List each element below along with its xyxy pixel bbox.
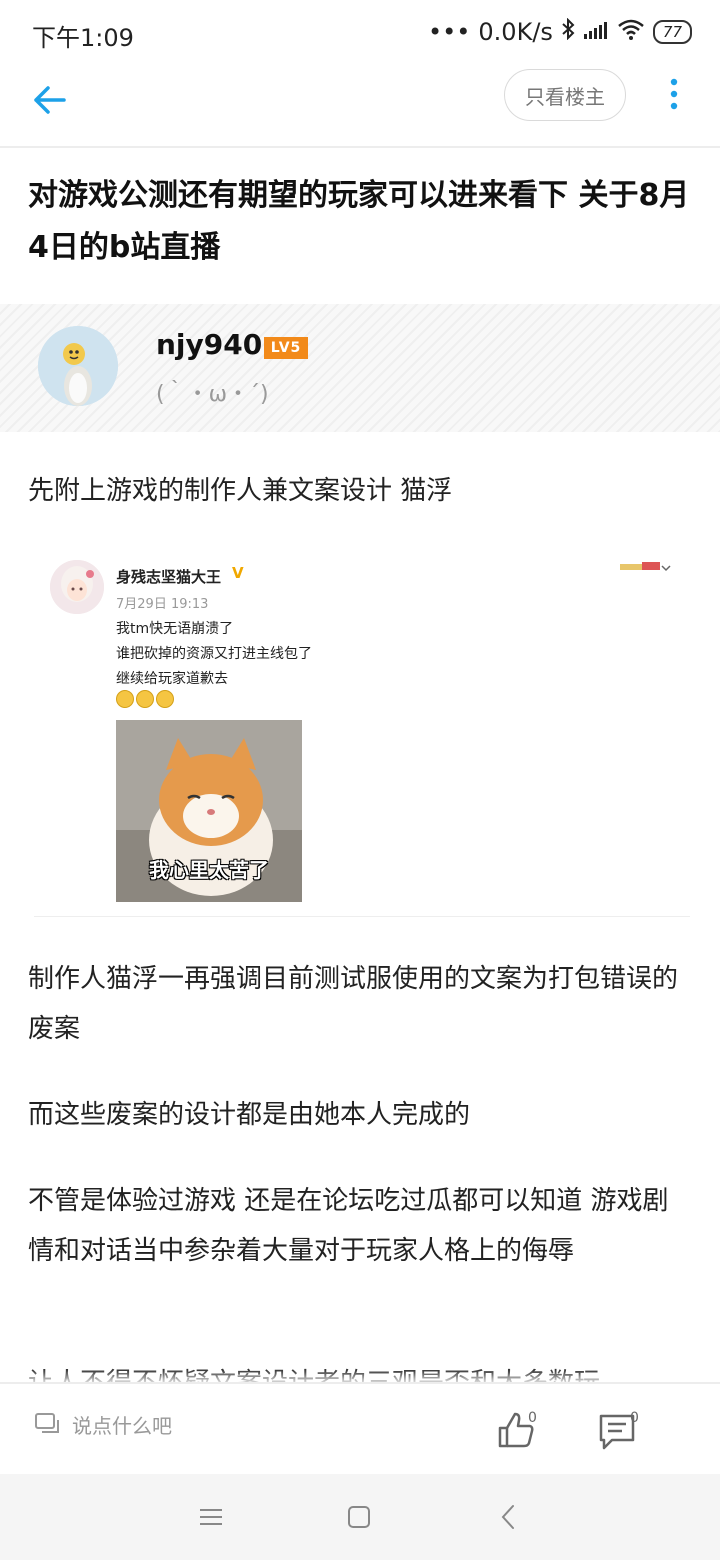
cat-photo: 我心里太苦了 [116,720,302,902]
author-name[interactable]: njy940 [156,328,262,361]
level-badge: LV5 [264,337,308,359]
menu-lines-icon [200,1509,222,1525]
embed-text-line: 我tm快无语崩溃了 [116,621,234,637]
post-paragraph-cutoff: 让人不得不怀疑文案设计者的三观是否和大多数玩 [28,1358,692,1382]
crying-emoji-icons [116,690,174,708]
back-button[interactable] [28,78,72,122]
more-options-button[interactable] [664,74,684,118]
status-time: 下午1:09 [32,24,134,52]
post-paragraph: 制作人猫浮一再强调目前测试服使用的文案为打包错误的废案 [28,964,679,1044]
system-back-button[interactable] [494,1502,524,1532]
embed-text-line: 谁把砍掉的资源又打进主线包了 [116,646,312,662]
comment-input[interactable]: 说点什么吧 [34,1410,172,1439]
post-paragraph: 而这些废案的设计都是由她本人完成的 [28,1100,471,1130]
embed-username: 身残志坚猫大王 [116,568,222,586]
chevron-left-icon [501,1505,514,1529]
embedded-image[interactable]: 身残志坚猫大王 V 7月29日 19:13 我tm快无语崩溃了 谁把砍掉的资源又… [34,548,690,917]
vertical-dots-icon [670,78,678,110]
penguin-avatar-image [38,326,118,406]
verified-badge: V [232,564,244,582]
like-count: 0 [528,1410,537,1426]
recent-apps-button[interactable] [196,1502,226,1532]
bottom-action-bar: 说点什么吧 0 0 [0,1382,720,1474]
signal-icon [583,18,609,46]
back-arrow-icon [34,86,66,114]
author-section: njy940 LV5 (｀・ω・´) [0,304,720,432]
system-nav-bar [0,1474,720,1560]
comment-count: 0 [630,1410,639,1426]
post-paragraph: 先附上游戏的制作人兼文案设计 猫浮 [28,476,453,506]
chat-bubbles-icon [35,1412,59,1433]
embed-avatar [50,560,104,614]
status-indicators: ••• 0.0K/s 77 [427,17,692,46]
home-button[interactable] [344,1502,374,1532]
network-speed: 0.0K/s [478,18,553,46]
embed-text-line: 继续给玩家道歉去 [116,671,228,687]
bluetooth-icon [561,17,575,46]
author-avatar[interactable] [38,326,118,406]
top-nav-bar: 只看楼主 [0,66,720,148]
only-op-button[interactable]: 只看楼主 [504,69,626,121]
status-bar: 下午1:09 ••• 0.0K/s 77 [0,0,720,66]
embed-menu-icon [618,556,672,576]
anime-avatar-image [50,560,104,614]
square-home-icon [348,1506,370,1528]
embed-date: 7月29日 19:13 [116,597,209,612]
comment-placeholder: 说点什么吧 [72,1414,172,1438]
wifi-icon [617,18,645,46]
image-caption: 我心里太苦了 [149,858,269,882]
author-signature: (｀・ω・´) [156,382,269,407]
battery-icon: 77 [652,20,692,44]
post-title: 对游戏公测还有期望的玩家可以进来看下 关于8月4日的b站直播 [28,178,690,265]
post-paragraph: 不管是体验过游戏 还是在论坛吃过瓜都可以知道 游戏剧情和对话当中参杂着大量对于玩… [28,1186,669,1266]
more-dots-icon: ••• [427,18,471,46]
